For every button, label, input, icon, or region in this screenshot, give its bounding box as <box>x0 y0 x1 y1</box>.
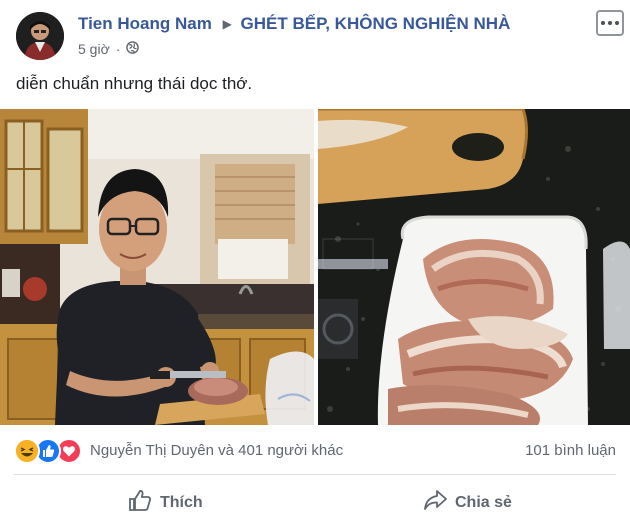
share-button[interactable]: Chia sẻ <box>423 489 512 516</box>
like-button-label: Thích <box>160 493 203 511</box>
group-name-link[interactable]: GHÉT BẾP, KHÔNG NGHIỆN NHÀ <box>241 14 511 33</box>
dot-icon <box>608 21 612 25</box>
post-options-button[interactable] <box>596 10 624 36</box>
comment-count-link[interactable]: 101 bình luận <box>525 442 616 459</box>
author-name-link[interactable]: Tien Hoang Nam <box>78 14 212 33</box>
feed-post: Tien Hoang Nam ▶ GHÉT BẾP, KHÔNG NGHIỆN … <box>0 0 630 520</box>
post-meta: 5 giờ · <box>78 41 140 57</box>
meta-separator: · <box>115 41 121 57</box>
dot-icon <box>615 21 619 25</box>
post-author-line: Tien Hoang Nam ▶ GHÉT BẾP, KHÔNG NGHIỆN … <box>78 14 510 34</box>
public-globe-icon[interactable] <box>126 41 140 57</box>
reaction-summary[interactable]: Nguyễn Thị Duyên và 401 người khác <box>90 442 343 459</box>
shared-to-arrow-icon: ▶ <box>222 17 232 31</box>
reaction-icons[interactable] <box>14 438 82 464</box>
share-arrow-icon <box>423 489 447 516</box>
action-divider <box>14 474 616 475</box>
author-avatar[interactable] <box>16 12 64 60</box>
thumbs-up-icon <box>128 489 152 516</box>
share-button-label: Chia sẻ <box>455 493 512 511</box>
like-button[interactable]: Thích <box>128 489 203 516</box>
post-timestamp[interactable]: 5 giờ <box>78 41 110 57</box>
post-photo-sliced-meat[interactable] <box>318 109 630 425</box>
post-photo-kitchen[interactable] <box>0 109 314 425</box>
post-body-text: diễn chuẩn nhưng thái dọc thớ. <box>16 74 253 93</box>
haha-icon <box>14 438 40 464</box>
dot-icon <box>601 21 605 25</box>
